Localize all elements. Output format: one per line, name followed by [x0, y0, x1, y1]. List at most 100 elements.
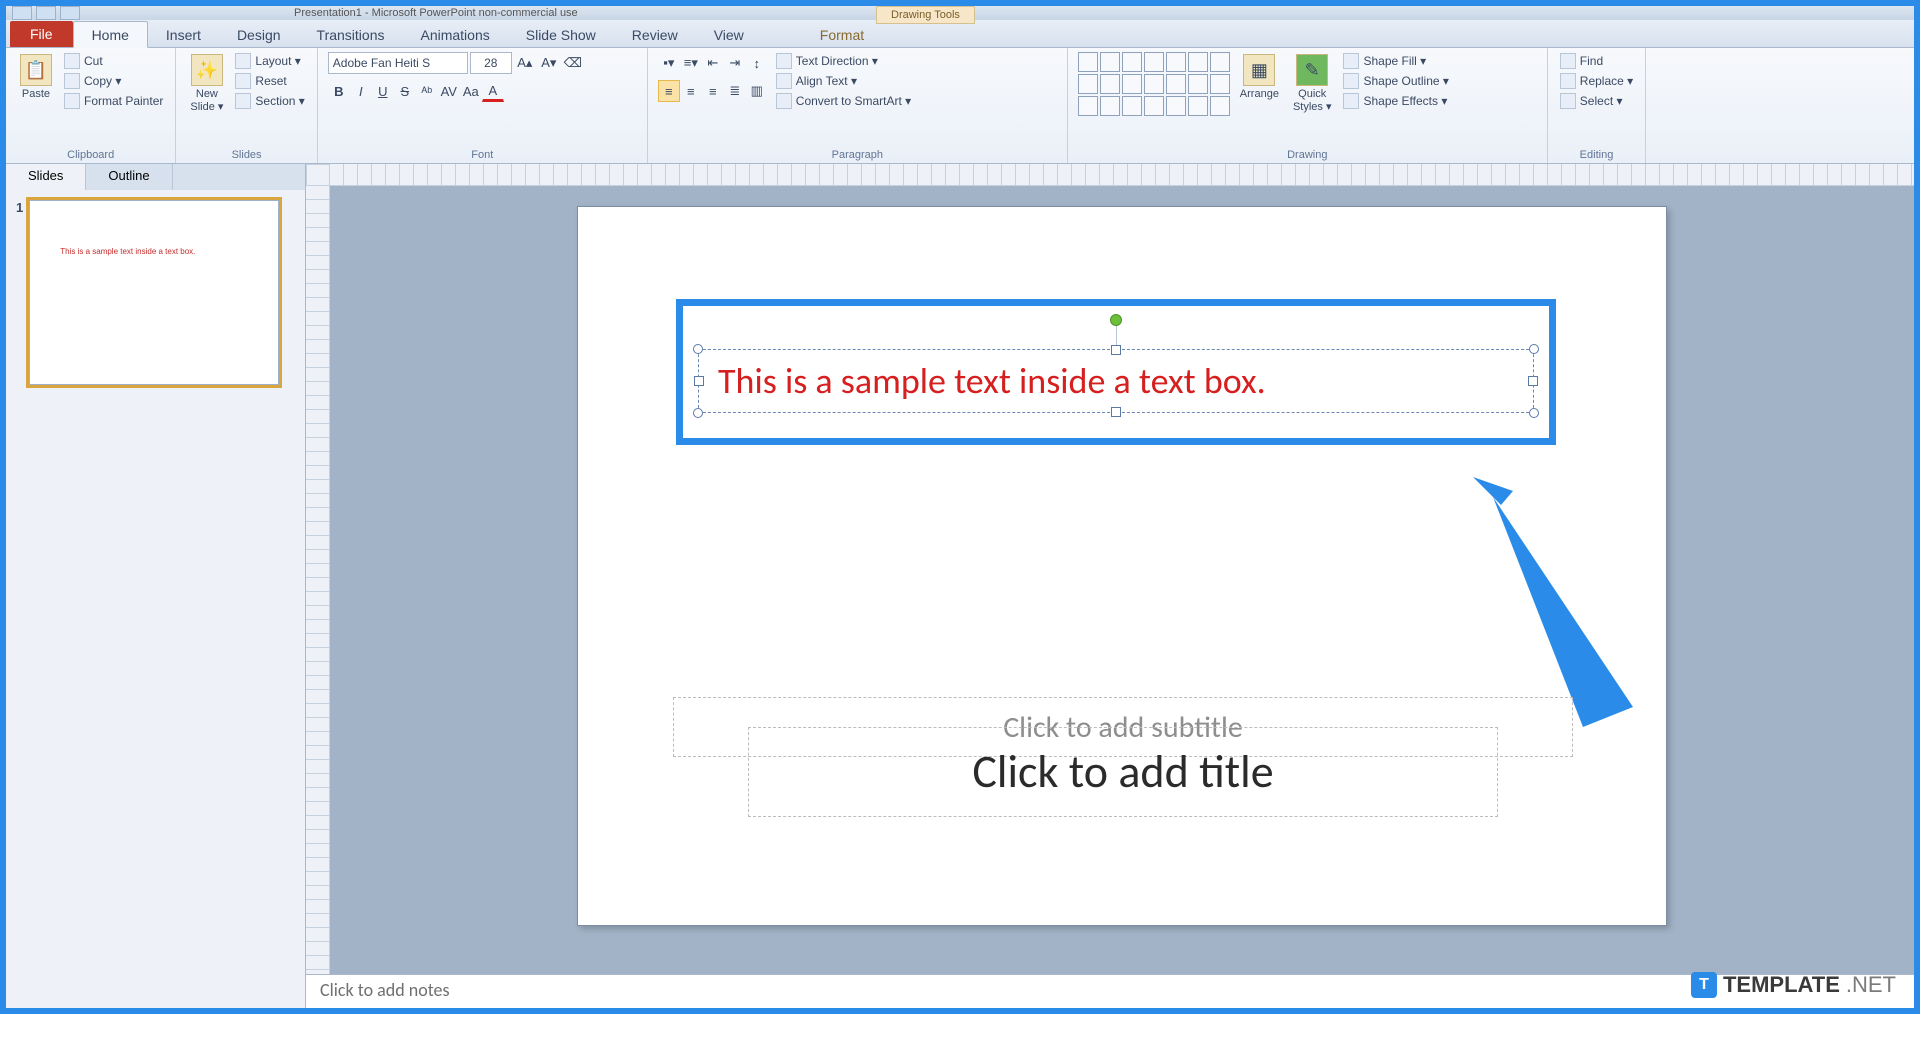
watermark-badge-icon: T	[1691, 972, 1717, 998]
slide-panel: Slides Outline 1 This is a sample text i…	[6, 164, 306, 1008]
layout-icon	[235, 53, 251, 69]
section-button[interactable]: Section ▾	[233, 92, 306, 110]
slide-thumbnail-1[interactable]: This is a sample text inside a text box.	[29, 200, 279, 385]
align-text-button[interactable]: Align Text ▾	[774, 72, 913, 90]
copy-button[interactable]: Copy ▾	[62, 72, 165, 90]
font-name-combo[interactable]: Adobe Fan Heiti S	[328, 52, 468, 74]
find-button[interactable]: Find	[1558, 52, 1635, 70]
replace-button[interactable]: Replace ▾	[1558, 72, 1635, 90]
format-painter-button[interactable]: Format Painter	[62, 92, 165, 110]
resize-handle-bm[interactable]	[1111, 407, 1121, 417]
rotation-handle[interactable]	[1110, 314, 1122, 326]
columns-button[interactable]: ▥	[746, 80, 768, 102]
quick-styles-button[interactable]: ✎Quick Styles ▾	[1289, 52, 1336, 115]
notes-pane[interactable]: Click to add notes	[306, 974, 1914, 1008]
layout-button[interactable]: Layout ▾	[233, 52, 306, 70]
shape-outline-icon	[1343, 73, 1359, 89]
shape-fill-icon	[1343, 53, 1359, 69]
group-label-font: Font	[328, 147, 637, 161]
paste-button[interactable]: 📋 Paste	[16, 52, 56, 102]
section-icon	[235, 93, 251, 109]
font-color-button[interactable]: A	[482, 80, 504, 102]
title-placeholder[interactable]: Click to add title	[748, 727, 1498, 817]
arrange-button[interactable]: ▦Arrange	[1236, 52, 1283, 102]
tab-format[interactable]: Format	[802, 22, 882, 47]
clear-format-button[interactable]: ⌫	[562, 52, 584, 74]
text-direction-button[interactable]: Text Direction ▾	[774, 52, 913, 70]
align-right-button[interactable]: ≡	[702, 80, 724, 102]
resize-handle-tm[interactable]	[1111, 345, 1121, 355]
tab-insert[interactable]: Insert	[148, 22, 219, 47]
shape-effects-button[interactable]: Shape Effects ▾	[1341, 92, 1450, 110]
cut-button[interactable]: Cut	[62, 52, 165, 70]
convert-smartart-button[interactable]: Convert to SmartArt ▾	[774, 92, 913, 110]
replace-icon	[1560, 73, 1576, 89]
italic-button[interactable]: I	[350, 80, 372, 102]
align-left-button[interactable]: ≡	[658, 80, 680, 102]
reset-icon	[235, 73, 251, 89]
copy-icon	[64, 73, 80, 89]
group-clipboard: 📋 Paste Cut Copy ▾ Format Painter Clipbo…	[6, 48, 176, 163]
group-paragraph: ▪▾ ≡▾ ⇤ ⇥ ↕ ≡ ≡ ≡ ≣ ▥ Text Dire	[648, 48, 1068, 163]
tab-design[interactable]: Design	[219, 22, 299, 47]
shape-gallery[interactable]	[1078, 52, 1230, 116]
shape-effects-icon	[1343, 93, 1359, 109]
increase-indent-button[interactable]: ⇥	[724, 52, 746, 74]
panel-tab-outline[interactable]: Outline	[86, 164, 172, 190]
strikethrough-button[interactable]: S	[394, 80, 416, 102]
bullets-button[interactable]: ▪▾	[658, 52, 680, 74]
tab-transitions[interactable]: Transitions	[299, 22, 403, 47]
shape-fill-button[interactable]: Shape Fill ▾	[1341, 52, 1450, 70]
qat-save-icon[interactable]	[12, 6, 32, 20]
char-spacing-button[interactable]: AV	[438, 80, 460, 102]
new-slide-icon: ✨	[191, 54, 223, 86]
numbering-button[interactable]: ≡▾	[680, 52, 702, 74]
resize-handle-tl[interactable]	[693, 344, 703, 354]
decrease-indent-button[interactable]: ⇤	[702, 52, 724, 74]
line-spacing-button[interactable]: ↕	[746, 52, 768, 74]
resize-handle-bl[interactable]	[693, 408, 703, 418]
panel-tab-slides[interactable]: Slides	[6, 164, 86, 190]
group-font: Adobe Fan Heiti S 28 A▴ A▾ ⌫ B I U S ᴬᵇ …	[318, 48, 648, 163]
grow-font-button[interactable]: A▴	[514, 52, 536, 74]
resize-handle-tr[interactable]	[1529, 344, 1539, 354]
resize-handle-ml[interactable]	[694, 376, 704, 386]
tab-slideshow[interactable]: Slide Show	[508, 22, 614, 47]
qat-undo-icon[interactable]	[36, 6, 56, 20]
select-button[interactable]: Select ▾	[1558, 92, 1635, 110]
shape-outline-button[interactable]: Shape Outline ▾	[1341, 72, 1450, 90]
tab-view[interactable]: View	[696, 22, 762, 47]
shadow-button[interactable]: ᴬᵇ	[416, 80, 438, 102]
reset-button[interactable]: Reset	[233, 72, 306, 90]
group-label-paragraph: Paragraph	[658, 147, 1057, 161]
tab-review[interactable]: Review	[614, 22, 696, 47]
font-size-combo[interactable]: 28	[470, 52, 512, 74]
tab-home[interactable]: Home	[73, 21, 148, 48]
align-center-button[interactable]: ≡	[680, 80, 702, 102]
group-slides: ✨ New Slide ▾ Layout ▾ Reset Section ▾ S…	[176, 48, 317, 163]
vertical-ruler	[306, 186, 330, 974]
group-label-clipboard: Clipboard	[16, 147, 165, 161]
textbox-content[interactable]: This is a sample text inside a text box.	[718, 359, 1266, 403]
shrink-font-button[interactable]: A▾	[538, 52, 560, 74]
underline-button[interactable]: U	[372, 80, 394, 102]
change-case-button[interactable]: Aa	[460, 80, 482, 102]
justify-button[interactable]: ≣	[724, 80, 746, 102]
new-slide-button[interactable]: ✨ New Slide ▾	[186, 52, 227, 115]
qat-redo-icon[interactable]	[60, 6, 80, 20]
quick-styles-icon: ✎	[1296, 54, 1328, 86]
resize-handle-br[interactable]	[1529, 408, 1539, 418]
bold-button[interactable]: B	[328, 80, 350, 102]
slide-canvas[interactable]: This is a sample text inside a text box.…	[577, 206, 1667, 926]
group-editing: Find Replace ▾ Select ▾ Editing	[1548, 48, 1646, 163]
format-painter-icon	[64, 93, 80, 109]
group-drawing: ▦Arrange ✎Quick Styles ▾ Shape Fill ▾ Sh…	[1068, 48, 1548, 163]
align-text-icon	[776, 73, 792, 89]
tab-file[interactable]: File	[10, 21, 73, 47]
text-direction-icon	[776, 53, 792, 69]
tab-animations[interactable]: Animations	[402, 22, 507, 47]
group-label-editing: Editing	[1558, 147, 1635, 161]
resize-handle-mr[interactable]	[1528, 376, 1538, 386]
ribbon-tabs: File Home Insert Design Transitions Anim…	[6, 20, 1914, 48]
select-icon	[1560, 93, 1576, 109]
